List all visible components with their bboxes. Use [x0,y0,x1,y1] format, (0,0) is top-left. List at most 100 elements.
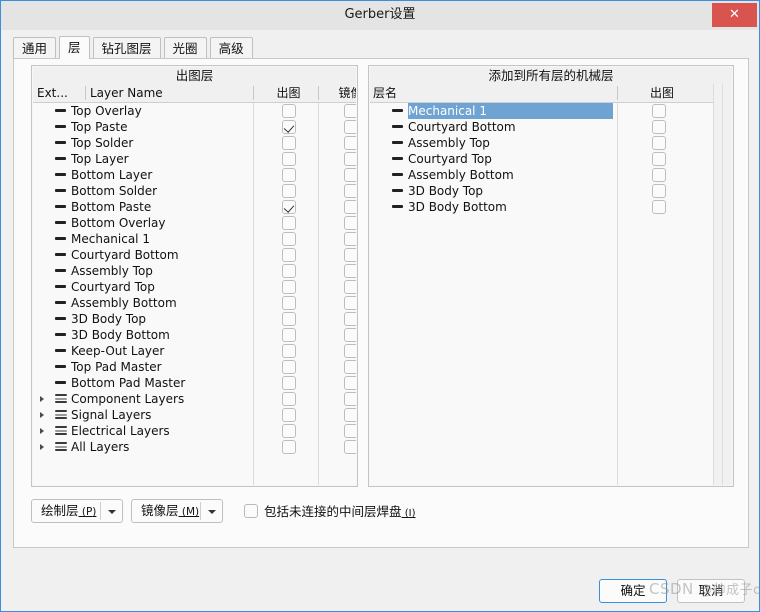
plot-layers-list[interactable]: Ext... Layer Name 出图 镜像 Top OverlayTop P… [33,84,356,485]
layer-name[interactable]: Courtyard Bottom [71,247,179,263]
plot-checkbox[interactable] [282,408,296,422]
table-row[interactable]: Assembly Top [33,263,356,279]
column-header-mirror[interactable]: 镜像 [323,84,356,102]
header-separator-right-1[interactable] [617,86,618,100]
mech-layer-name[interactable]: Assembly Top [408,135,490,151]
vertical-scrollbar[interactable] [722,84,732,485]
layer-name[interactable]: Bottom Layer [71,167,152,183]
table-row[interactable]: Mechanical 1 [33,231,356,247]
layer-name[interactable]: Courtyard Top [71,279,155,295]
plot-checkbox[interactable] [282,248,296,262]
layer-name[interactable]: Mechanical 1 [71,231,150,247]
mirror-checkbox[interactable] [344,296,356,310]
close-icon[interactable]: ✕ [712,3,757,27]
layer-name[interactable]: Bottom Pad Master [71,375,185,391]
expand-triangle-icon[interactable] [40,443,44,450]
layer-name[interactable]: Keep-Out Layer [71,343,164,359]
mech-layer-name[interactable]: 3D Body Top [408,183,483,199]
mirror-checkbox[interactable] [344,328,356,342]
layer-name[interactable]: Signal Layers [71,407,151,423]
mirror-checkbox[interactable] [344,136,356,150]
column-header-ext[interactable]: Ext... [37,84,83,102]
table-row[interactable]: Component Layers [33,391,356,407]
mech-layer-name[interactable]: Courtyard Top [408,151,492,167]
mirror-checkbox[interactable] [344,376,356,390]
layer-name[interactable]: All Layers [71,439,129,455]
layer-name[interactable]: Top Paste [71,119,127,135]
column-header-plot-right[interactable]: 出图 [622,84,702,102]
mirror-checkbox[interactable] [344,280,356,294]
mirror-checkbox[interactable] [344,408,356,422]
plot-checkbox[interactable] [282,296,296,310]
mirror-checkbox[interactable] [344,168,356,182]
table-row[interactable]: Assembly Bottom [370,167,732,183]
table-row[interactable]: Mechanical 1 [370,103,732,119]
header-separator-3[interactable] [318,86,319,100]
ok-button[interactable]: 确定 [599,579,667,603]
plot-checkbox[interactable] [282,264,296,278]
table-row[interactable]: Courtyard Bottom [33,247,356,263]
table-row[interactable]: 3D Body Top [370,183,732,199]
table-row[interactable]: Assembly Bottom [33,295,356,311]
chevron-down-icon-2[interactable] [208,510,216,514]
include-pads-checkbox[interactable] [244,504,258,518]
column-header-layer-name-right[interactable]: 层名 [373,84,613,102]
expand-triangle-icon[interactable] [40,427,44,434]
layer-name[interactable]: 3D Body Top [71,311,146,327]
mirror-checkbox[interactable] [344,248,356,262]
plot-checkbox[interactable] [282,424,296,438]
plot-checkbox[interactable] [282,184,296,198]
header-separator-1[interactable] [85,86,86,100]
plot-checkbox[interactable] [282,152,296,166]
mirror-checkbox[interactable] [344,200,356,214]
table-row[interactable]: 3D Body Bottom [370,199,732,215]
table-row[interactable]: Top Solder [33,135,356,151]
table-row[interactable]: Keep-Out Layer [33,343,356,359]
mech-layer-name[interactable]: Mechanical 1 [408,103,613,119]
layer-name[interactable]: Top Layer [71,151,129,167]
plot-checkbox[interactable] [282,136,296,150]
tab-4[interactable]: 高级 [209,37,253,58]
mirror-checkbox[interactable] [344,120,356,134]
table-row[interactable]: Top Overlay [33,103,356,119]
plot-checkbox[interactable] [282,392,296,406]
table-row[interactable]: Bottom Paste [33,199,356,215]
mirror-checkbox[interactable] [344,216,356,230]
table-row[interactable]: Assembly Top [370,135,732,151]
layer-name[interactable]: Top Pad Master [71,359,162,375]
tab-1[interactable]: 层 [59,36,90,59]
mirror-checkbox[interactable] [344,104,356,118]
table-row[interactable]: 3D Body Top [33,311,356,327]
mirror-checkbox[interactable] [344,440,356,454]
mech-layer-name[interactable]: Assembly Bottom [408,167,514,183]
table-row[interactable]: Courtyard Top [370,151,732,167]
plot-checkbox[interactable] [282,216,296,230]
plot-checkbox[interactable] [282,440,296,454]
mirror-checkbox[interactable] [344,312,356,326]
mirror-checkbox[interactable] [344,264,356,278]
plot-layers-dropdown-button[interactable]: 绘制层 (P) [31,499,123,523]
layer-name[interactable]: Top Solder [71,135,133,151]
tab-3[interactable]: 光圈 [163,37,207,58]
plot-checkbox-right[interactable] [652,168,666,182]
layer-name[interactable]: Electrical Layers [71,423,170,439]
layer-name[interactable]: Assembly Top [71,263,153,279]
table-row[interactable]: Courtyard Top [33,279,356,295]
layer-name[interactable]: Bottom Overlay [71,215,165,231]
plot-checkbox-right[interactable] [652,104,666,118]
table-row[interactable]: Top Layer [33,151,356,167]
plot-checkbox-right[interactable] [652,136,666,150]
plot-checkbox[interactable] [282,344,296,358]
table-row[interactable]: Courtyard Bottom [370,119,732,135]
mech-layer-name[interactable]: 3D Body Bottom [408,199,507,215]
column-header-layer-name[interactable]: Layer Name [90,84,250,102]
table-row[interactable]: Top Pad Master [33,359,356,375]
layer-name[interactable]: Bottom Solder [71,183,157,199]
mirror-checkbox[interactable] [344,360,356,374]
expand-triangle-icon[interactable] [40,395,44,402]
mirror-checkbox[interactable] [344,392,356,406]
layer-name[interactable]: Bottom Paste [71,199,151,215]
plot-checkbox[interactable] [282,104,296,118]
layer-name[interactable]: Component Layers [71,391,184,407]
table-row[interactable]: 3D Body Bottom [33,327,356,343]
